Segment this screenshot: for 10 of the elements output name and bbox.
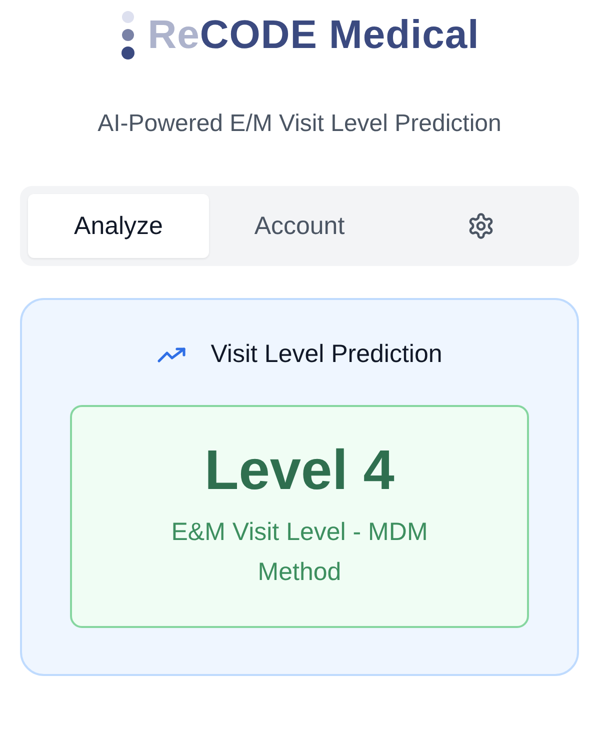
tab[interactable]: Account	[209, 194, 390, 258]
level-description: E&M Visit Level - MDM Method	[170, 517, 429, 588]
visit-level: Level 4	[204, 437, 394, 502]
trending-up-icon	[156, 346, 187, 364]
card-title: Visit Level Prediction	[210, 340, 442, 369]
logo-text: ReCODE Medical	[148, 12, 480, 58]
settings-icon	[466, 212, 494, 240]
subtitle: AI-Powered E/M Visit Level Prediction	[98, 110, 502, 138]
logo-dots-icon	[120, 10, 136, 60]
tab[interactable]: Analyze	[28, 194, 209, 258]
